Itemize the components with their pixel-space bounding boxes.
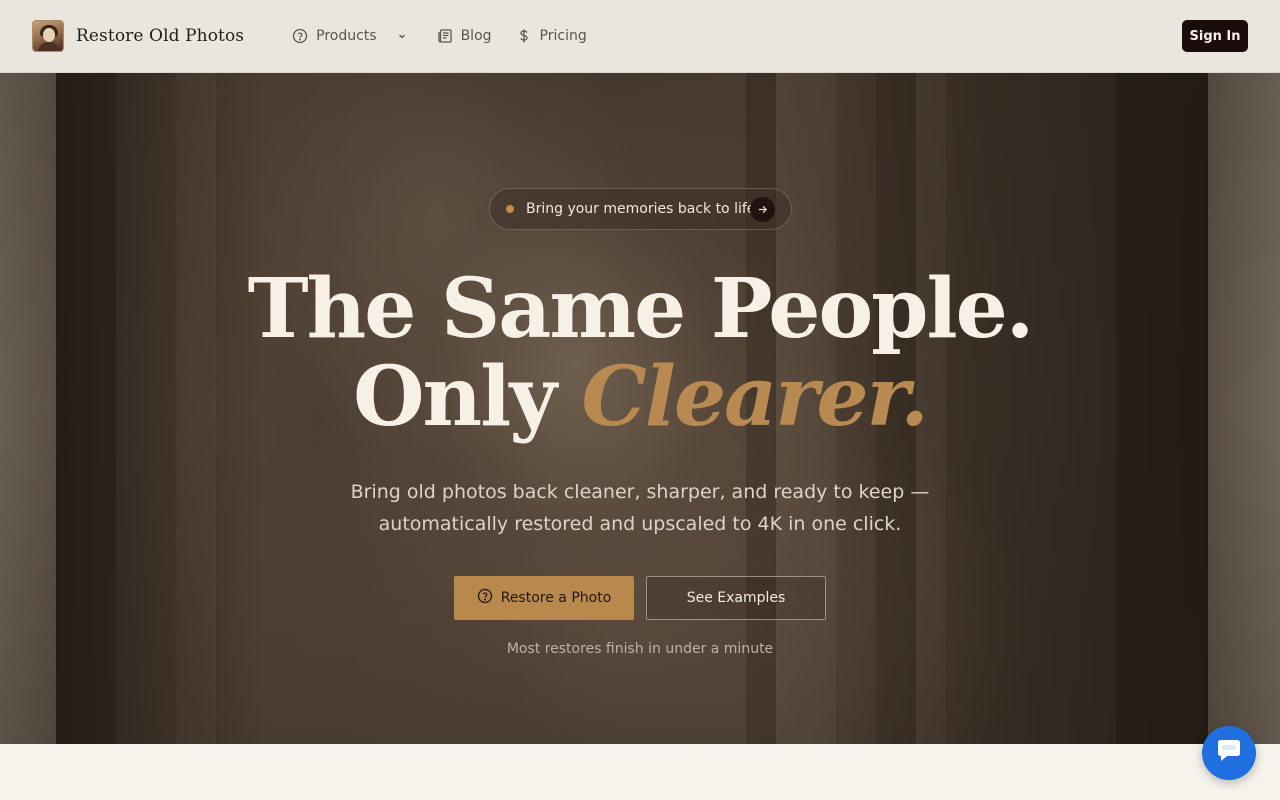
chat-icon [1215,738,1243,768]
see-examples-button[interactable]: See Examples [646,576,826,620]
brand-logo-icon [32,20,64,52]
nav-pricing[interactable]: Pricing [516,22,587,50]
hero-subtitle: Bring old photos back cleaner, sharper, … [350,481,930,535]
brand-logo-link[interactable]: Restore Old Photos [32,20,244,52]
chevron-down-icon [397,31,407,41]
nav-products-label: Products [316,28,377,44]
arrow-right-icon[interactable] [750,197,775,222]
headline-line-2: Only Clearer. [0,353,1280,441]
help-circle-icon [292,28,308,44]
headline-line-1: The Same People. [247,261,1035,357]
brand-name: Restore Old Photos [76,26,245,46]
help-circle-icon [477,588,493,608]
restore-photo-label: Restore a Photo [500,590,612,606]
hero-note: Most restores finish in under a minute [506,641,774,657]
pill-text: Bring your memories back to life [526,201,756,217]
sign-in-button[interactable]: Sign In [1182,20,1248,52]
pill-dot [506,205,514,213]
nav-products[interactable]: Products [292,22,406,50]
nav-blog-label: Blog [460,28,492,44]
nav-pricing-label: Pricing [539,28,587,44]
headline-plain-word: Only [353,349,557,445]
main-nav: Products Blog Pricing [292,22,587,50]
nav-blog[interactable]: Blog [437,22,492,50]
dollar-icon [516,28,532,44]
announcement-pill[interactable]: Bring your memories back to life [489,188,792,230]
restore-photo-button[interactable]: Restore a Photo [454,576,634,620]
hero-headline: The Same People. Only Clearer. [0,265,1280,441]
chat-launcher-button[interactable] [1202,726,1256,780]
hero-section: Bring your memories back to life The Sam… [0,73,1280,744]
newspaper-icon [437,28,453,44]
headline-accent-word: Clearer. [581,349,929,445]
top-navbar: Restore Old Photos Products Blog Pricing… [0,0,1280,73]
